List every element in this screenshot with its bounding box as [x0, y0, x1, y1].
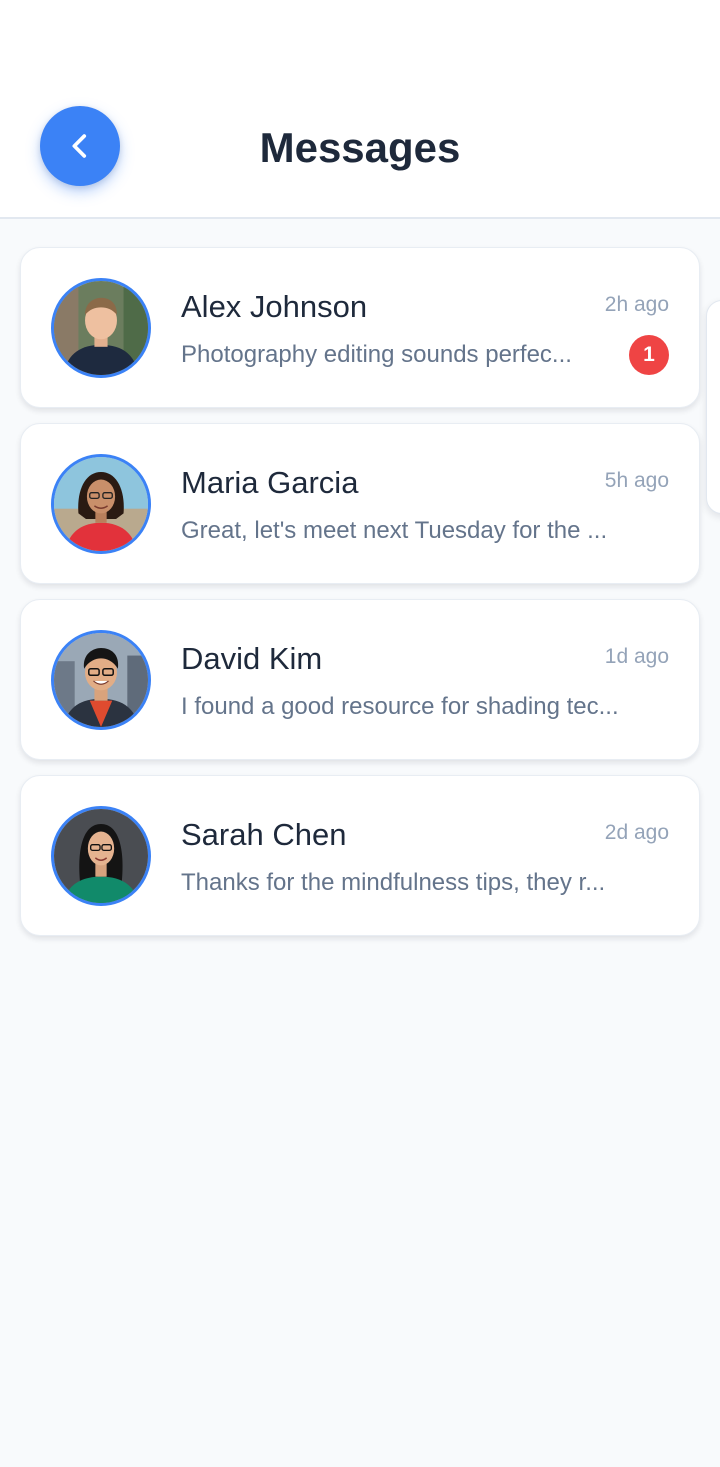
contact-name: Maria Garcia — [181, 465, 359, 500]
message-preview: Thanks for the mindfulness tips, they r.… — [181, 869, 606, 896]
message-time: 5h ago — [604, 469, 669, 492]
conversation-item[interactable]: David Kim 1d ago I found a good resource… — [20, 599, 700, 760]
message-preview: Photography editing sounds perfec... — [181, 341, 572, 368]
message-time: 2d ago — [604, 821, 669, 844]
contact-name: David Kim — [181, 641, 323, 676]
message-preview: Great, let's meet next Tuesday for the .… — [181, 517, 608, 544]
contact-name: Sarah Chen — [181, 817, 347, 852]
conversation-item[interactable]: Alex Johnson 2h ago Photography editing … — [20, 247, 700, 408]
message-time: 2h ago — [604, 293, 669, 316]
contact-name: Alex Johnson — [181, 289, 368, 324]
top-app-bar: Messages — [0, 0, 720, 219]
avatar — [51, 454, 151, 554]
message-time: 1d ago — [604, 645, 669, 668]
avatar — [51, 278, 151, 378]
side-panel-edge[interactable] — [706, 300, 720, 514]
conversation-item[interactable]: Maria Garcia 5h ago Great, let's meet ne… — [20, 423, 700, 584]
page-title: Messages — [259, 124, 461, 171]
avatar — [51, 630, 151, 730]
messages-screen: Messages Alex Johnson 2h ago Photography… — [0, 0, 720, 1467]
message-preview: I found a good resource for shading tec.… — [181, 693, 619, 720]
conversation-list: Alex Johnson 2h ago Photography editing … — [20, 247, 700, 951]
unread-badge: 1 — [629, 335, 669, 375]
conversation-item[interactable]: Sarah Chen 2d ago Thanks for the mindful… — [20, 775, 700, 936]
avatar — [51, 806, 151, 906]
